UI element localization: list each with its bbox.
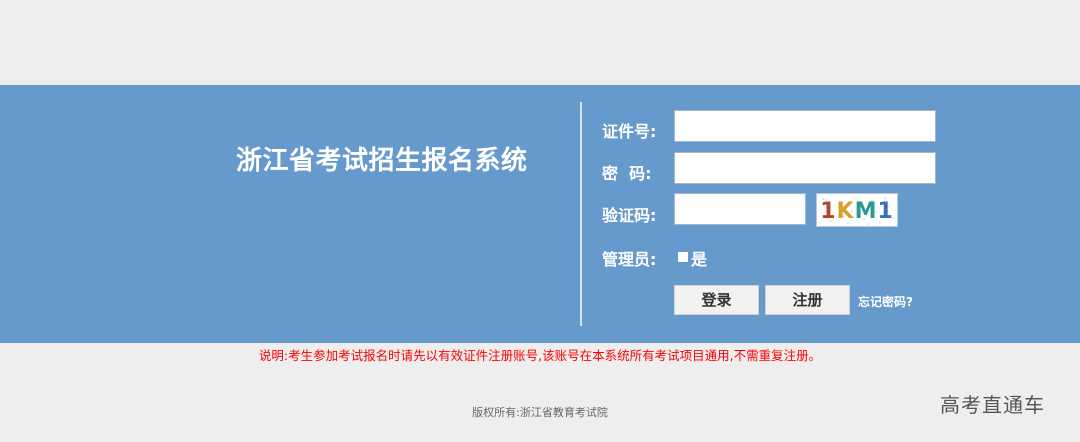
captcha-char: 1 <box>820 199 836 224</box>
registration-notice: 说明:考生参加考试报名时请先以有效证件注册账号,该账号在本系统所有考试项目通用,… <box>258 348 822 363</box>
copyright: 版权所有:浙江省教育考试院 <box>472 406 608 419</box>
id-number-input[interactable] <box>674 110 936 142</box>
forgot-password-link[interactable]: 忘记密码? <box>858 293 913 310</box>
admin-label: 管理员: <box>602 250 657 269</box>
captcha-label: 验证码: <box>602 206 657 225</box>
captcha-char: 1 <box>877 199 893 224</box>
admin-checkbox[interactable] <box>678 252 688 262</box>
admin-option-label: 是 <box>691 250 708 269</box>
password-label: 密 码: <box>602 164 652 183</box>
password-input[interactable] <box>674 152 936 184</box>
captcha-char: K <box>837 199 855 224</box>
login-button[interactable]: 登录 <box>674 285 759 315</box>
captcha-noise: 1KM1 <box>819 197 894 225</box>
register-button[interactable]: 注册 <box>765 285 850 315</box>
captcha-char: M <box>855 199 878 224</box>
system-title: 浙江省考试招生报名系统 <box>236 146 528 176</box>
captcha-input[interactable] <box>674 193 806 225</box>
captcha-text: 1KM1 <box>820 199 894 224</box>
id-number-label: 证件号: <box>602 122 657 141</box>
vertical-divider <box>580 102 582 326</box>
watermark: 高考直通车 <box>940 393 1045 417</box>
captcha-image[interactable]: 1KM1 <box>816 193 898 227</box>
